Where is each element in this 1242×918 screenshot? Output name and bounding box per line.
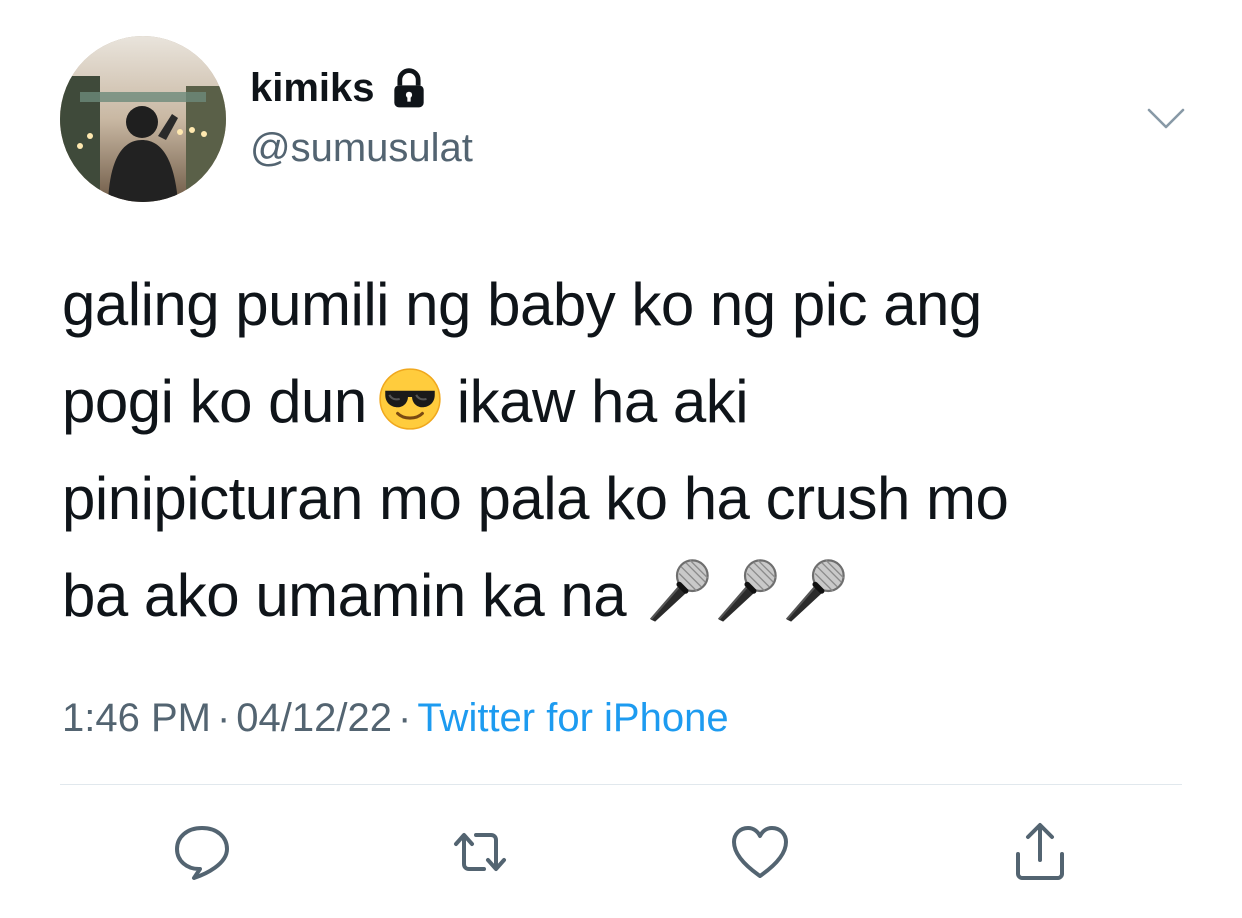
tweet-card: kimiks @sumusulat galing pumili ng baby … (0, 0, 1242, 918)
tweet-time[interactable]: 1:46 PM (62, 696, 211, 740)
smiling-face-with-sunglasses-emoji-icon (377, 366, 443, 432)
microphone-emoji-icon (710, 556, 780, 626)
divider (60, 784, 1182, 785)
display-name-row[interactable]: kimiks (250, 66, 431, 111)
tweet-action-bar (0, 820, 1242, 884)
microphone-emoji-icon (778, 556, 848, 626)
tweet-meta: 1:46 PM · 04/12/22 · Twitter for iPhone (62, 696, 729, 741)
tweet-source-link[interactable]: Twitter for iPhone (417, 696, 728, 740)
tweet-text: galing pumili ng baby ko ng pic ang pogi… (62, 256, 1192, 644)
share-icon (1016, 823, 1064, 880)
retweet-button[interactable] (448, 820, 512, 884)
avatar[interactable] (60, 36, 226, 202)
tweet-text-fragment: pogi ko dun (62, 368, 367, 435)
tweet-text-line: galing pumili ng baby ko ng pic ang (62, 271, 982, 338)
heart-icon (732, 826, 788, 878)
retweet-icon (454, 833, 506, 871)
like-button[interactable] (728, 820, 792, 884)
tweet-text-line: pogi ko dun ikaw ha aki (62, 353, 1192, 450)
lock-icon (387, 67, 431, 111)
share-button[interactable] (1008, 820, 1072, 884)
user-handle[interactable]: @sumusulat (250, 126, 473, 171)
tweet-text-line: ba ako umamin ka na (62, 547, 1192, 644)
microphone-emoji-icon (642, 556, 712, 626)
tweet-text-fragment: ikaw ha aki (456, 368, 749, 435)
tweet-text-line: pinipicturan mo pala ko ha crush mo (62, 465, 1009, 532)
profile-photo (60, 36, 226, 202)
reply-button[interactable] (170, 820, 234, 884)
chevron-down-icon[interactable] (1146, 106, 1186, 132)
meta-separator: · (216, 696, 231, 740)
tweet-date[interactable]: 04/12/22 (236, 696, 392, 740)
tweet-text-fragment: ba ako umamin ka na (62, 562, 627, 629)
meta-separator: · (398, 696, 412, 740)
display-name[interactable]: kimiks (250, 66, 375, 111)
reply-icon (175, 826, 229, 880)
